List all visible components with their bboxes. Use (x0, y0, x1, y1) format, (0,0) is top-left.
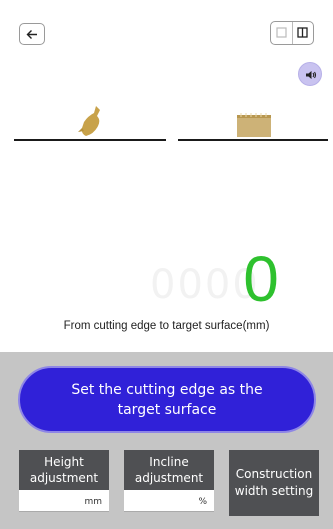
construction-width-label: Construction width setting (234, 467, 314, 498)
split-view-button[interactable] (292, 22, 313, 44)
incline-adjustment[interactable]: Incline adjustment % (124, 450, 214, 512)
split-view-icon (297, 27, 308, 38)
incline-adjustment-field[interactable]: % (124, 490, 214, 512)
height-adjustment-label: Height adjustment (19, 450, 109, 490)
sound-button[interactable] (298, 62, 322, 86)
incline-adjustment-unit: % (198, 497, 207, 507)
height-adjustment-unit: mm (84, 497, 102, 507)
speaker-icon (306, 71, 317, 79)
construction-width-button[interactable]: Construction width setting (229, 450, 319, 516)
set-target-surface-button[interactable]: Set the cutting edge as the target surfa… (18, 366, 316, 433)
incline-adjustment-label: Incline adjustment (124, 450, 214, 490)
set-target-surface-label: Set the cutting edge as the target surfa… (71, 381, 263, 418)
single-view-button[interactable] (271, 22, 293, 44)
target-surface-icon (237, 113, 271, 137)
bucket-icon (78, 106, 100, 136)
ghost-digits: 0000 (150, 262, 260, 308)
back-button[interactable] (19, 23, 45, 45)
height-adjustment[interactable]: Height adjustment mm (19, 450, 109, 512)
distance-value: 0 (243, 243, 279, 315)
arrow-left-icon (26, 30, 37, 39)
ground-line-left (14, 139, 166, 141)
ground-line-right (178, 139, 328, 141)
height-adjustment-field[interactable]: mm (19, 490, 109, 512)
view-toggle[interactable] (270, 21, 314, 45)
single-view-icon (276, 27, 287, 38)
distance-label: From cutting edge to target surface(mm) (63, 320, 270, 332)
